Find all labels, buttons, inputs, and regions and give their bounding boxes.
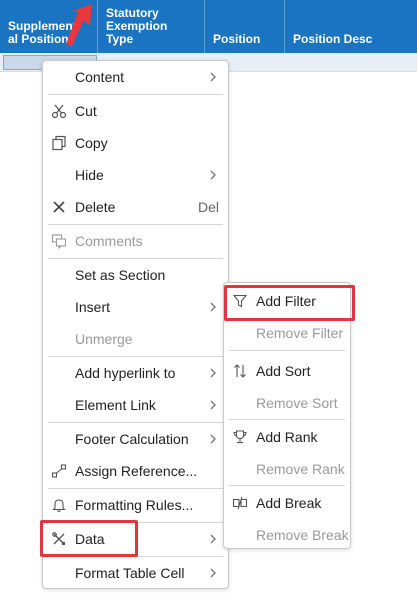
menu-item-label: Insert xyxy=(75,299,111,315)
trophy-icon xyxy=(233,430,247,444)
menu-item-label: Remove Rank xyxy=(256,461,345,477)
menu-item-cut[interactable]: Cut xyxy=(43,95,228,127)
menu-divider xyxy=(229,419,345,420)
break-icon xyxy=(232,496,248,510)
menu-item-label: Delete xyxy=(75,199,116,215)
copy-icon xyxy=(52,135,66,151)
menu-item-footer-calculation[interactable]: Footer Calculation xyxy=(43,423,228,455)
submenu-item-remove-sort: Remove Sort xyxy=(224,387,350,419)
chevron-right-icon xyxy=(210,434,216,444)
data-item-highlight xyxy=(40,520,138,557)
menu-item-label: Remove Break xyxy=(256,527,349,543)
menu-item-insert[interactable]: Insert xyxy=(43,291,228,323)
menu-item-label: Add hyperlink to xyxy=(75,365,176,381)
menu-item-label: Copy xyxy=(75,135,108,151)
context-menu: Content Cut Copy Hide Delete Del Comment… xyxy=(42,60,229,589)
menu-item-label: Footer Calculation xyxy=(75,431,189,447)
assign-reference-icon xyxy=(51,464,67,478)
menu-item-element-link[interactable]: Element Link xyxy=(43,389,228,421)
shortcut-label: Del xyxy=(197,199,219,215)
scissors-icon xyxy=(51,104,67,119)
menu-item-label: Formatting Rules... xyxy=(75,497,194,513)
menu-item-delete[interactable]: Delete Del xyxy=(43,191,228,223)
menu-item-content[interactable]: Content xyxy=(43,61,228,93)
menu-item-label: Set as Section xyxy=(75,267,166,283)
menu-item-comments: Comments xyxy=(43,225,228,257)
menu-item-label: Add Rank xyxy=(256,429,318,445)
chevron-right-icon xyxy=(210,400,216,410)
submenu-item-remove-rank: Remove Rank xyxy=(224,453,350,485)
sort-icon xyxy=(234,364,246,378)
chevron-right-icon xyxy=(210,568,216,578)
column-header-position-desc[interactable]: Position Desc xyxy=(285,0,417,53)
column-header-position[interactable]: Position xyxy=(205,0,285,53)
submenu-item-add-rank[interactable]: Add Rank xyxy=(224,421,350,453)
menu-item-label: Remove Filter xyxy=(256,325,344,341)
menu-item-hide[interactable]: Hide xyxy=(43,159,228,191)
menu-item-label: Comments xyxy=(75,233,143,249)
close-icon xyxy=(53,201,65,213)
submenu-item-remove-break: Remove Break xyxy=(224,519,350,551)
menu-item-label: Assign Reference... xyxy=(75,463,198,479)
menu-item-label: Remove Sort xyxy=(256,395,338,411)
menu-item-set-as-section[interactable]: Set as Section xyxy=(43,259,228,291)
menu-item-assign-reference[interactable]: Assign Reference... xyxy=(43,455,228,487)
menu-item-label: Format Table Cell xyxy=(75,565,185,581)
menu-item-copy[interactable]: Copy xyxy=(43,127,228,159)
menu-divider xyxy=(229,485,345,486)
menu-item-label: Element Link xyxy=(75,397,156,413)
column-header-statutory-exemption-type[interactable]: Statutory Exemption Type xyxy=(98,0,205,53)
submenu-item-add-break[interactable]: Add Break xyxy=(224,487,350,519)
menu-item-label: Unmerge xyxy=(75,331,133,347)
column-header-label: Statutory Exemption Type xyxy=(106,6,168,46)
menu-item-label: Cut xyxy=(75,103,97,119)
submenu-item-remove-filter: Remove Filter xyxy=(224,317,350,349)
submenu-item-add-sort[interactable]: Add Sort xyxy=(224,355,350,387)
chevron-right-icon xyxy=(210,72,216,82)
menu-item-formatting-rules[interactable]: Formatting Rules... xyxy=(43,489,228,521)
bell-icon xyxy=(52,499,66,513)
comments-icon xyxy=(51,234,67,249)
column-header-label: Position Desc xyxy=(293,32,373,46)
data-submenu: Add Filter Remove Filter Add Sort Remove… xyxy=(223,282,351,549)
menu-item-unmerge: Unmerge xyxy=(43,323,228,355)
chevron-right-icon xyxy=(210,302,216,312)
menu-item-format-table-cell[interactable]: Format Table Cell xyxy=(43,557,228,589)
chevron-right-icon xyxy=(210,170,216,180)
red-arrow-annotation xyxy=(66,4,92,46)
menu-item-label: Content xyxy=(75,69,125,85)
add-filter-highlight xyxy=(224,285,355,321)
menu-item-label: Hide xyxy=(75,167,104,183)
column-header-label: Position xyxy=(213,32,261,46)
menu-item-label: Add Sort xyxy=(256,363,311,379)
menu-item-label: Add Break xyxy=(256,495,322,511)
menu-item-add-hyperlink[interactable]: Add hyperlink to xyxy=(43,357,228,389)
chevron-right-icon xyxy=(210,368,216,378)
menu-divider xyxy=(229,350,345,351)
chevron-right-icon xyxy=(210,534,216,544)
